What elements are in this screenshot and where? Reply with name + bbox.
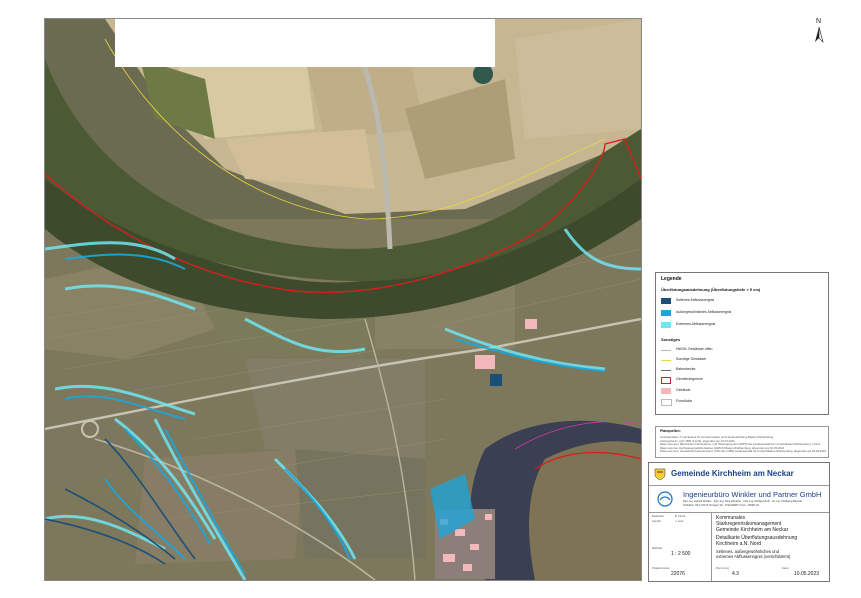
plan-sources-title: Planquellen: <box>660 429 681 433</box>
label-plannummer: Plannummer <box>716 567 730 570</box>
swatch-gebaeude <box>661 388 671 394</box>
legend-section-sonstiges: Sonstiges <box>661 337 681 342</box>
legend-item-flurstuecke: Flurstücke <box>661 398 826 406</box>
legend-item-selten: Seltenes Abflussereignis <box>661 297 826 305</box>
title-block: Gemeinde Kirchheim am Neckar Ingenieurbü… <box>648 462 830 582</box>
legend-section-flood: Überflutungsausdehnung (Überflutungstief… <box>661 287 761 292</box>
aerial-map[interactable] <box>44 18 642 581</box>
plan-sources: Planquellen: Geobasisdaten © Landesamt f… <box>655 426 829 458</box>
datum-value: 10.05.2023 <box>794 571 820 577</box>
firm-logo-icon <box>657 491 673 507</box>
label-datum: Datum <box>782 567 790 570</box>
legend-item-extrem: Extremes Abflussereignis <box>661 321 826 329</box>
project-description: Kommunales Starkregenrisikomanagement Ge… <box>712 513 829 581</box>
legend-item-gebaeude: Gebäude <box>661 387 826 395</box>
project-line: Gemeinde Kirchheim am Neckar <box>716 527 789 533</box>
firm-name: Ingenieurbüro Winkler und Partner GmbH <box>683 490 822 499</box>
map-header-blank <box>115 19 495 67</box>
legend-item-bahn: Bahnstrecke <box>661 366 826 374</box>
swatch-aussergewoehnlich <box>661 310 671 316</box>
value-geprueft: J. Lenk <box>675 520 684 523</box>
swatch-gemeindegrenze <box>661 377 671 384</box>
plan-source-line: Daten aus dem Umweltinformationssystem (… <box>660 449 827 453</box>
legend-item-hwgk: HWGK-Gewässer offen <box>661 346 826 354</box>
legend-title: Legende <box>661 276 682 282</box>
line-hwgk <box>661 350 671 351</box>
project-line: extremes Abflussereignis (verschlämmt) <box>716 554 791 559</box>
municipality-header: Gemeinde Kirchheim am Neckar <box>649 463 829 486</box>
label-bearbeitet: Bearbeitet <box>652 515 664 518</box>
municipality-name: Gemeinde Kirchheim am Neckar <box>671 469 794 478</box>
legend: Legende Überflutungsausdehnung (Überflut… <box>655 272 829 415</box>
legend-item-gemeindegrenze: Gemeindegrenze <box>661 376 826 384</box>
firm-partners: Dipl.-Ing. Eckard Winkler · Dipl.-Ing. N… <box>683 500 802 503</box>
label-projektnummer: Projektnummer <box>652 567 670 570</box>
swatch-selten <box>661 298 671 304</box>
north-label: N <box>816 18 822 25</box>
projektnummer-value: 22076 <box>671 571 685 577</box>
swatch-flurstuecke <box>661 399 672 406</box>
municipal-crest-icon <box>654 468 666 481</box>
label-massstab: Maßstab <box>652 547 663 550</box>
line-sonstige-gewaesser <box>661 360 671 361</box>
project-line: Kirchheim a.N. Nord <box>716 541 762 547</box>
map-canvas <box>45 19 641 580</box>
line-bahn <box>661 370 671 371</box>
plannummer-value: 4.3 <box>732 571 739 577</box>
firm-address: Schloßstr. 59 A 70176 Stuttgart Tel.: 07… <box>683 504 760 507</box>
title-block-grid: Bearbeitet B. Kirsch Geprüft J. Lenk Maß… <box>649 513 829 581</box>
legend-item-sonstige-gewaesser: Sonstige Gewässer <box>661 356 826 364</box>
swatch-extrem <box>661 322 671 328</box>
scale-value: 1 : 2 500 <box>671 551 691 557</box>
value-bearbeitet: B. Kirsch <box>675 515 686 518</box>
label-geprueft: Geprüft <box>652 520 661 523</box>
plan-meta: Bearbeitet B. Kirsch Geprüft J. Lenk Maß… <box>649 513 712 581</box>
north-arrow: N <box>810 18 828 48</box>
map-sheet: N Legende Überflutungsausdehnung (Überfl… <box>0 0 861 598</box>
firm-header: Ingenieurbüro Winkler und Partner GmbH D… <box>649 486 829 513</box>
legend-item-aussergewoehnlich: Außergewöhnliches Abflussereignis <box>661 309 826 317</box>
